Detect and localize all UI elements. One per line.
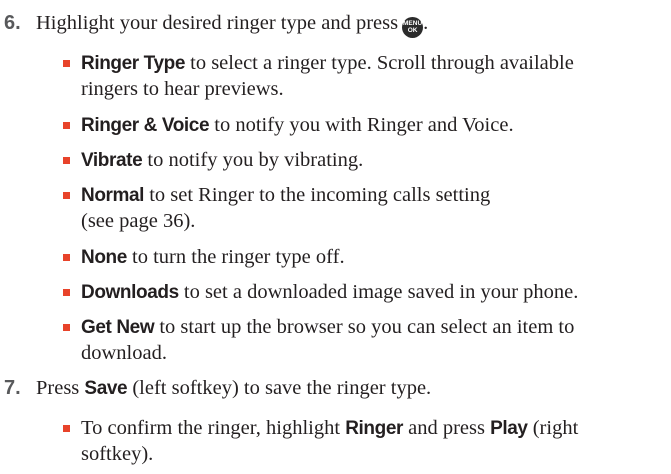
bullet-icon (63, 254, 70, 261)
confirm-text-continued: softkey). (81, 443, 154, 465)
option-get-new-continued: download. (81, 342, 167, 364)
confirm-mid: and press (402, 417, 491, 439)
option-description: to set a downloaded image saved in your … (178, 281, 579, 303)
option-description: to start up the browser so you can selec… (154, 316, 575, 338)
option-description: to select a ringer type. Scroll through … (185, 52, 574, 74)
option-normal: Normal to set Ringer to the incoming cal… (81, 183, 490, 208)
bullet-icon (63, 157, 70, 164)
confirm-post: (right (527, 417, 579, 439)
option-vibrate: Vibrate to notify you by vibrating. (81, 148, 363, 173)
option-ringer-type-continued: ringers to hear previews. (81, 78, 284, 100)
confirm-pre: To confirm the ringer, highlight (81, 417, 346, 439)
option-term: Get New (81, 317, 155, 338)
play-softkey-label: Play (490, 418, 528, 439)
option-description: to notify you with Ringer and Voice. (209, 114, 514, 136)
option-description: to set Ringer to the incoming calls sett… (144, 184, 491, 206)
confirm-text: To confirm the ringer, highlight Ringer … (81, 416, 578, 441)
manual-page: 6. Highlight your desired ringer type an… (0, 0, 671, 474)
option-term: Normal (81, 185, 145, 206)
bullet-icon (63, 289, 70, 296)
option-get-new: Get New to start up the browser so you c… (81, 315, 574, 340)
step-number-6: 6. (4, 12, 21, 34)
option-term: Downloads (81, 282, 179, 303)
menu-key-bottom-label: OK (407, 27, 418, 34)
bullet-icon (63, 60, 70, 67)
option-ringer-voice: Ringer & Voice to notify you with Ringer… (81, 113, 514, 138)
option-description: to turn the ringer type off. (126, 246, 345, 268)
option-normal-continued: (see page 36). (81, 210, 196, 232)
step-6-text: Highlight your desired ringer type and p… (36, 11, 428, 38)
step-7-post: (left softkey) to save the ringer type. (127, 377, 432, 399)
option-term: None (81, 247, 127, 268)
ringer-label: Ringer (345, 418, 403, 439)
option-term: Ringer Type (81, 53, 185, 74)
step-6-period: . (423, 12, 429, 34)
step-number-7: 7. (4, 377, 21, 399)
option-term: Vibrate (81, 150, 143, 171)
step-7-text: Press Save (left softkey) to save the ri… (36, 376, 431, 401)
option-none: None to turn the ringer type off. (81, 245, 345, 270)
option-downloads: Downloads to set a downloaded image save… (81, 280, 578, 305)
menu-key-top-label: MENU (403, 19, 423, 27)
option-term: Ringer & Voice (81, 115, 210, 136)
bullet-icon (63, 122, 70, 129)
step-7-pre: Press (36, 377, 85, 399)
bullet-icon (63, 324, 70, 331)
menu-ok-key-icon: MENU OK (402, 16, 424, 38)
step-6-instruction: Highlight your desired ringer type and p… (36, 12, 399, 34)
bullet-icon (63, 192, 70, 199)
save-softkey-label: Save (84, 378, 128, 399)
option-ringer-type: Ringer Type to select a ringer type. Scr… (81, 51, 574, 76)
option-description: to notify you by vibrating. (142, 149, 364, 171)
bullet-icon (63, 425, 70, 432)
